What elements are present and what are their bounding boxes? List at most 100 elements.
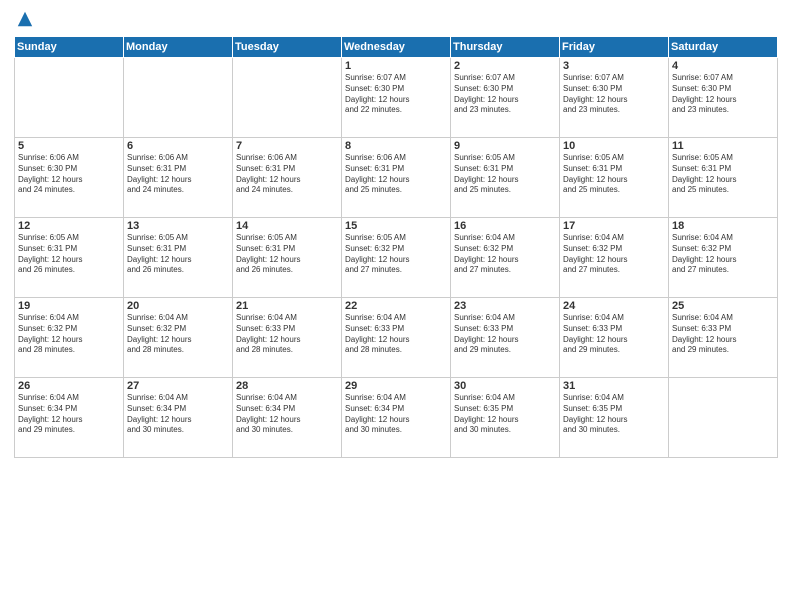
day-info: Sunrise: 6:04 AM Sunset: 6:35 PM Dayligh… [563, 393, 665, 436]
day-number: 23 [454, 300, 556, 312]
day-info: Sunrise: 6:04 AM Sunset: 6:33 PM Dayligh… [454, 313, 556, 356]
calendar-cell [669, 378, 778, 458]
day-info: Sunrise: 6:05 AM Sunset: 6:31 PM Dayligh… [454, 153, 556, 196]
day-number: 9 [454, 140, 556, 152]
page: SundayMondayTuesdayWednesdayThursdayFrid… [0, 0, 792, 612]
calendar-cell: 22Sunrise: 6:04 AM Sunset: 6:33 PM Dayli… [342, 298, 451, 378]
calendar-header-thursday: Thursday [451, 37, 560, 58]
calendar-cell: 26Sunrise: 6:04 AM Sunset: 6:34 PM Dayli… [15, 378, 124, 458]
logo [14, 10, 34, 28]
calendar-cell: 4Sunrise: 6:07 AM Sunset: 6:30 PM Daylig… [669, 58, 778, 138]
day-info: Sunrise: 6:05 AM Sunset: 6:31 PM Dayligh… [563, 153, 665, 196]
calendar-cell: 10Sunrise: 6:05 AM Sunset: 6:31 PM Dayli… [560, 138, 669, 218]
day-number: 22 [345, 300, 447, 312]
calendar-cell: 8Sunrise: 6:06 AM Sunset: 6:31 PM Daylig… [342, 138, 451, 218]
day-number: 24 [563, 300, 665, 312]
day-info: Sunrise: 6:07 AM Sunset: 6:30 PM Dayligh… [563, 73, 665, 116]
day-info: Sunrise: 6:06 AM Sunset: 6:31 PM Dayligh… [127, 153, 229, 196]
calendar-cell: 31Sunrise: 6:04 AM Sunset: 6:35 PM Dayli… [560, 378, 669, 458]
calendar-week-row: 12Sunrise: 6:05 AM Sunset: 6:31 PM Dayli… [15, 218, 778, 298]
day-info: Sunrise: 6:04 AM Sunset: 6:32 PM Dayligh… [454, 233, 556, 276]
calendar-cell: 27Sunrise: 6:04 AM Sunset: 6:34 PM Dayli… [124, 378, 233, 458]
calendar-cell: 15Sunrise: 6:05 AM Sunset: 6:32 PM Dayli… [342, 218, 451, 298]
day-number: 15 [345, 220, 447, 232]
header [14, 10, 778, 28]
day-info: Sunrise: 6:04 AM Sunset: 6:34 PM Dayligh… [345, 393, 447, 436]
calendar-cell: 30Sunrise: 6:04 AM Sunset: 6:35 PM Dayli… [451, 378, 560, 458]
day-info: Sunrise: 6:04 AM Sunset: 6:33 PM Dayligh… [672, 313, 774, 356]
day-number: 2 [454, 60, 556, 72]
day-info: Sunrise: 6:04 AM Sunset: 6:32 PM Dayligh… [672, 233, 774, 276]
calendar-cell: 29Sunrise: 6:04 AM Sunset: 6:34 PM Dayli… [342, 378, 451, 458]
calendar-cell: 24Sunrise: 6:04 AM Sunset: 6:33 PM Dayli… [560, 298, 669, 378]
calendar-cell: 21Sunrise: 6:04 AM Sunset: 6:33 PM Dayli… [233, 298, 342, 378]
day-info: Sunrise: 6:04 AM Sunset: 6:34 PM Dayligh… [18, 393, 120, 436]
day-info: Sunrise: 6:05 AM Sunset: 6:32 PM Dayligh… [345, 233, 447, 276]
calendar-cell: 7Sunrise: 6:06 AM Sunset: 6:31 PM Daylig… [233, 138, 342, 218]
calendar-cell: 9Sunrise: 6:05 AM Sunset: 6:31 PM Daylig… [451, 138, 560, 218]
calendar-cell: 13Sunrise: 6:05 AM Sunset: 6:31 PM Dayli… [124, 218, 233, 298]
day-info: Sunrise: 6:05 AM Sunset: 6:31 PM Dayligh… [672, 153, 774, 196]
day-info: Sunrise: 6:05 AM Sunset: 6:31 PM Dayligh… [127, 233, 229, 276]
calendar-cell: 14Sunrise: 6:05 AM Sunset: 6:31 PM Dayli… [233, 218, 342, 298]
day-number: 29 [345, 380, 447, 392]
day-number: 7 [236, 140, 338, 152]
day-info: Sunrise: 6:05 AM Sunset: 6:31 PM Dayligh… [18, 233, 120, 276]
calendar-cell: 18Sunrise: 6:04 AM Sunset: 6:32 PM Dayli… [669, 218, 778, 298]
day-info: Sunrise: 6:04 AM Sunset: 6:33 PM Dayligh… [563, 313, 665, 356]
day-number: 12 [18, 220, 120, 232]
calendar-cell: 20Sunrise: 6:04 AM Sunset: 6:32 PM Dayli… [124, 298, 233, 378]
day-number: 16 [454, 220, 556, 232]
calendar-cell: 28Sunrise: 6:04 AM Sunset: 6:34 PM Dayli… [233, 378, 342, 458]
calendar-week-row: 5Sunrise: 6:06 AM Sunset: 6:30 PM Daylig… [15, 138, 778, 218]
calendar-cell: 12Sunrise: 6:05 AM Sunset: 6:31 PM Dayli… [15, 218, 124, 298]
calendar-cell [233, 58, 342, 138]
calendar-cell: 25Sunrise: 6:04 AM Sunset: 6:33 PM Dayli… [669, 298, 778, 378]
calendar-cell: 17Sunrise: 6:04 AM Sunset: 6:32 PM Dayli… [560, 218, 669, 298]
day-number: 21 [236, 300, 338, 312]
calendar-cell [124, 58, 233, 138]
day-info: Sunrise: 6:04 AM Sunset: 6:35 PM Dayligh… [454, 393, 556, 436]
calendar-cell: 3Sunrise: 6:07 AM Sunset: 6:30 PM Daylig… [560, 58, 669, 138]
day-info: Sunrise: 6:06 AM Sunset: 6:31 PM Dayligh… [236, 153, 338, 196]
calendar-cell: 11Sunrise: 6:05 AM Sunset: 6:31 PM Dayli… [669, 138, 778, 218]
day-number: 27 [127, 380, 229, 392]
day-number: 31 [563, 380, 665, 392]
day-number: 4 [672, 60, 774, 72]
calendar-header-monday: Monday [124, 37, 233, 58]
day-number: 5 [18, 140, 120, 152]
day-info: Sunrise: 6:07 AM Sunset: 6:30 PM Dayligh… [454, 73, 556, 116]
calendar-cell [15, 58, 124, 138]
day-number: 19 [18, 300, 120, 312]
day-number: 20 [127, 300, 229, 312]
calendar-week-row: 26Sunrise: 6:04 AM Sunset: 6:34 PM Dayli… [15, 378, 778, 458]
calendar-header-saturday: Saturday [669, 37, 778, 58]
day-number: 14 [236, 220, 338, 232]
calendar-header-sunday: Sunday [15, 37, 124, 58]
day-number: 18 [672, 220, 774, 232]
calendar-header-row: SundayMondayTuesdayWednesdayThursdayFrid… [15, 37, 778, 58]
day-number: 25 [672, 300, 774, 312]
day-number: 28 [236, 380, 338, 392]
calendar-cell: 1Sunrise: 6:07 AM Sunset: 6:30 PM Daylig… [342, 58, 451, 138]
day-number: 26 [18, 380, 120, 392]
day-info: Sunrise: 6:06 AM Sunset: 6:30 PM Dayligh… [18, 153, 120, 196]
calendar-cell: 19Sunrise: 6:04 AM Sunset: 6:32 PM Dayli… [15, 298, 124, 378]
calendar-cell: 16Sunrise: 6:04 AM Sunset: 6:32 PM Dayli… [451, 218, 560, 298]
day-info: Sunrise: 6:04 AM Sunset: 6:32 PM Dayligh… [563, 233, 665, 276]
day-number: 10 [563, 140, 665, 152]
day-number: 17 [563, 220, 665, 232]
calendar-cell: 23Sunrise: 6:04 AM Sunset: 6:33 PM Dayli… [451, 298, 560, 378]
calendar-table: SundayMondayTuesdayWednesdayThursdayFrid… [14, 36, 778, 458]
day-info: Sunrise: 6:05 AM Sunset: 6:31 PM Dayligh… [236, 233, 338, 276]
calendar-header-tuesday: Tuesday [233, 37, 342, 58]
day-info: Sunrise: 6:04 AM Sunset: 6:32 PM Dayligh… [127, 313, 229, 356]
calendar-cell: 6Sunrise: 6:06 AM Sunset: 6:31 PM Daylig… [124, 138, 233, 218]
day-number: 8 [345, 140, 447, 152]
calendar-week-row: 1Sunrise: 6:07 AM Sunset: 6:30 PM Daylig… [15, 58, 778, 138]
calendar-header-friday: Friday [560, 37, 669, 58]
day-info: Sunrise: 6:07 AM Sunset: 6:30 PM Dayligh… [345, 73, 447, 116]
calendar-cell: 2Sunrise: 6:07 AM Sunset: 6:30 PM Daylig… [451, 58, 560, 138]
day-info: Sunrise: 6:04 AM Sunset: 6:33 PM Dayligh… [236, 313, 338, 356]
calendar-header-wednesday: Wednesday [342, 37, 451, 58]
